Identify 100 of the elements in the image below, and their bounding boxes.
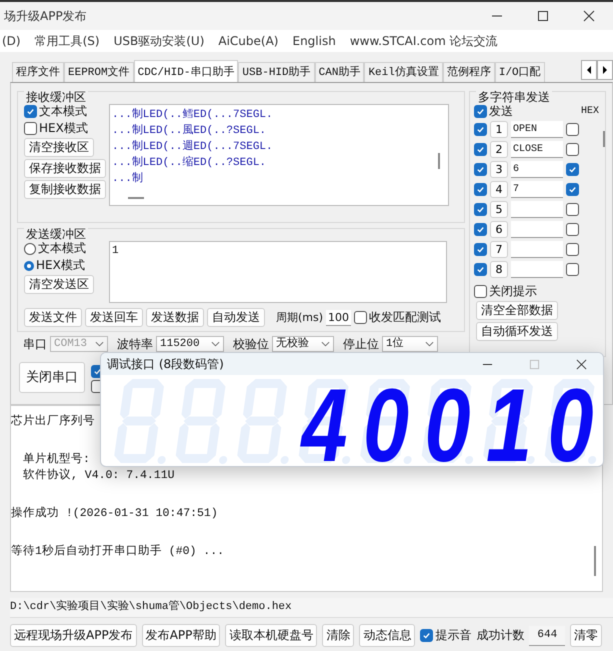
receive-button[interactable]: 保存接收数据 — [24, 159, 106, 178]
checkbox[interactable] — [566, 223, 579, 236]
menu-item[interactable]: (D) — [2, 34, 21, 48]
close-port-button[interactable]: 关闭串口 — [19, 362, 85, 393]
scroll-right-icon[interactable] — [597, 60, 613, 80]
period-field[interactable]: 100 — [326, 310, 352, 326]
menu-item[interactable]: www.STCAI.com 论坛交流 — [350, 34, 498, 48]
multi-send-button[interactable]: 清空全部数据 — [476, 301, 558, 320]
string-field[interactable]: 6 — [511, 161, 563, 178]
tab[interactable]: I/O口配 — [494, 62, 545, 82]
footer-button[interactable]: 远程现场升级APP发布 — [10, 624, 137, 647]
tab[interactable]: 程序文件 — [12, 62, 64, 82]
send-button[interactable]: 发送文件 — [24, 308, 82, 327]
checkbox[interactable] — [566, 163, 579, 176]
menu-item[interactable]: 常用工具(S) — [34, 34, 100, 48]
checkbox[interactable] — [566, 183, 579, 196]
tab[interactable]: USB-HID助手 — [238, 62, 315, 82]
tab[interactable]: Keil仿真设置 — [364, 62, 443, 82]
checkbox[interactable] — [566, 203, 579, 216]
send-string-button[interactable]: 4 — [490, 181, 508, 198]
parity-dropdown[interactable]: 无校验 — [272, 336, 334, 352]
string-field[interactable] — [511, 201, 563, 218]
checkbox[interactable] — [474, 163, 487, 176]
period-label: 周期(ms) — [276, 310, 324, 325]
menu-item[interactable]: USB驱动安装(U) — [114, 34, 204, 48]
close-icon[interactable] — [583, 10, 595, 22]
footer-button[interactable]: 清除 — [322, 624, 354, 647]
send-button[interactable]: 发送数据 — [146, 308, 204, 327]
tab[interactable]: EEPROM文件 — [64, 62, 134, 82]
checkbox[interactable] — [474, 285, 487, 298]
string-field[interactable] — [511, 261, 563, 278]
checkbox[interactable] — [474, 183, 487, 196]
send-string-button[interactable]: 7 — [490, 241, 508, 258]
radio-button[interactable] — [24, 242, 36, 254]
menu-item[interactable]: AiCube(A) — [218, 34, 278, 48]
receive-text-area[interactable]: ...制LED(..鳕ED(...7SEGL. ...制LED(..風ED(..?SEGL. ...制LED(..週ED(...7SEGL. ...制LED(..缩ED(..?SEGL. ...制 — [109, 104, 449, 206]
checkmark-icon — [476, 205, 485, 214]
reset-button[interactable]: 清零 — [570, 624, 602, 647]
send-button[interactable]: 自动发送 — [207, 308, 265, 327]
send-button[interactable]: 发送回车 — [85, 308, 143, 327]
chevron-down-icon — [211, 341, 220, 347]
group-title: 多字符串发送 — [476, 90, 552, 105]
window-title: 场升级APP发布 — [4, 8, 87, 24]
checkbox-label: HEX模式 — [39, 121, 88, 136]
receive-button[interactable]: 清空接收区 — [24, 138, 94, 157]
checkbox[interactable] — [566, 143, 579, 156]
scrollbar-thumb[interactable] — [128, 197, 144, 199]
checkbox-label: 关闭提示 — [489, 284, 537, 299]
footer-button[interactable]: 发布APP帮助 — [142, 624, 220, 647]
checkbox[interactable] — [566, 123, 579, 136]
checkbox[interactable] — [474, 223, 487, 236]
send-string-button[interactable]: 5 — [490, 201, 508, 218]
scrollbar-thumb[interactable] — [438, 153, 440, 169]
tab[interactable]: 范例程序 — [442, 62, 495, 82]
send-string-button[interactable]: 2 — [490, 141, 508, 158]
checkbox[interactable] — [566, 243, 579, 256]
checkmark-icon — [26, 107, 35, 116]
checkbox[interactable] — [474, 243, 487, 256]
string-field[interactable]: CLOSE — [511, 141, 563, 158]
close-icon[interactable] — [576, 358, 587, 370]
scrollbar-thumb[interactable] — [603, 131, 605, 147]
tab[interactable]: CAN助手 — [314, 62, 364, 82]
string-field[interactable]: OPEN — [511, 121, 563, 138]
string-field[interactable]: 7 — [511, 181, 563, 198]
scrollbar-thumb[interactable] — [594, 546, 596, 576]
tab[interactable]: CDC/HID-串口助手 — [134, 60, 238, 82]
footer-button[interactable]: 读取本机硬盘号 — [225, 624, 318, 647]
checkmark-icon — [476, 145, 485, 154]
baud-dropdown[interactable]: 115200 — [156, 336, 224, 352]
send-string-button[interactable]: 1 — [490, 121, 508, 138]
log-line: 操作成功 !(2026-01-31 10:47:51) — [11, 506, 218, 522]
string-field[interactable] — [511, 221, 563, 238]
stop-bits-dropdown[interactable]: 1位 — [382, 336, 438, 352]
checkbox[interactable] — [474, 105, 487, 118]
multi-send-button[interactable]: 自动循环发送 — [476, 322, 558, 341]
scroll-left-icon[interactable] — [581, 60, 597, 80]
send-string-button[interactable]: 3 — [490, 161, 508, 178]
string-field[interactable] — [511, 241, 563, 258]
receive-button[interactable]: 复制接收数据 — [24, 180, 106, 199]
checkbox-label: 发送 — [489, 104, 513, 119]
footer-button[interactable]: 动态信息 — [359, 624, 416, 647]
send-string-button[interactable]: 6 — [490, 221, 508, 238]
maximize-icon[interactable] — [537, 10, 549, 22]
checkbox[interactable] — [474, 263, 487, 276]
parity-label: 校验位 — [233, 336, 269, 352]
checkbox[interactable] — [474, 203, 487, 216]
radio-button[interactable] — [24, 260, 34, 270]
checkbox[interactable] — [420, 629, 434, 642]
file-path-field[interactable]: D:\cdr\实验项目\实验\shuma管\Objects\demo.hex — [10, 598, 613, 618]
checkbox[interactable] — [24, 122, 37, 135]
checkbox[interactable] — [566, 263, 579, 276]
send-text-area[interactable]: 1 — [109, 241, 447, 303]
send-string-button[interactable]: 8 — [490, 261, 508, 278]
menu-item[interactable]: English — [292, 34, 336, 48]
checkbox[interactable] — [474, 143, 487, 156]
checkbox[interactable] — [354, 311, 368, 324]
checkbox[interactable] — [24, 105, 37, 118]
checkmark-icon — [476, 185, 485, 194]
checkbox[interactable] — [474, 123, 487, 136]
clear-send-button[interactable]: 清空发送区 — [24, 275, 94, 294]
